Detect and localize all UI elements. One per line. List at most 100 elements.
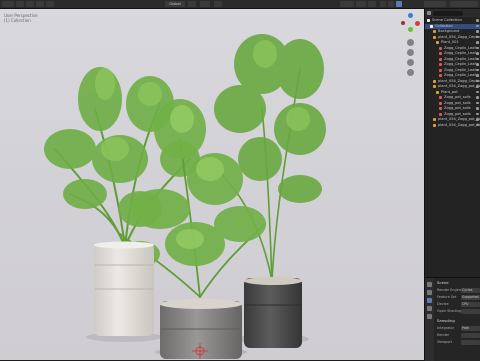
outliner-row-label: Collection [435, 23, 453, 28]
proportional-toggle[interactable] [214, 1, 222, 7]
outliner-row-label: plant_054_Zogg_pot_Ceplin [438, 122, 480, 127]
material-icon [439, 96, 442, 99]
visibility-eye-icon[interactable] [476, 68, 479, 72]
visibility-eye-icon[interactable] [476, 96, 479, 99]
shading-rendered-button[interactable] [396, 1, 402, 7]
property-label: Render Engine [437, 288, 462, 292]
property-value-dropdown[interactable] [461, 333, 480, 338]
outliner-row[interactable]: plant_054_Zogg_pot_Ceplin [425, 117, 480, 122]
outliner-row-label: plant_054_Zogg_Ceplin [438, 78, 480, 83]
property-label: Render [437, 333, 450, 337]
outliner-row[interactable]: Zogg_Ceplin_Leaf [425, 73, 480, 78]
shading-solid-button[interactable] [380, 1, 386, 7]
outliner-row[interactable]: Scene Collection [425, 18, 480, 23]
collection-icon [427, 19, 430, 22]
outliner-row[interactable]: plant_054_Zogg_Ceplin [425, 35, 480, 40]
view-layer-selector[interactable] [450, 1, 478, 7]
outliner-row[interactable]: Zogg_Ceplin_Leaf [425, 57, 480, 62]
outliner-row[interactable]: Zogg_pot_soils [425, 112, 480, 117]
outliner-row[interactable]: Plant_pot [425, 90, 480, 95]
rendered-scene [44, 34, 326, 359]
menu-object-button[interactable] [46, 1, 54, 7]
outliner-row-label: Zogg_pot_soils [444, 111, 471, 116]
outliner-row-label: Scene Collection [432, 18, 462, 22]
property-label: Integrator [437, 326, 454, 330]
visibility-eye-icon[interactable] [476, 57, 479, 61]
material-icon [439, 107, 442, 110]
snap-toggle[interactable] [200, 1, 210, 7]
property-value-dropdown[interactable]: Supported [461, 295, 480, 300]
outliner-row[interactable]: Zogg_pot_soils [425, 101, 480, 106]
sampling-section-title[interactable]: Sampling [437, 318, 455, 323]
outliner-row[interactable]: Zogg_pot_soils [425, 106, 480, 111]
visibility-eye-icon[interactable] [476, 85, 479, 88]
outliner-row[interactable]: Zogg_Ceplin_Leaf [425, 62, 480, 67]
outliner-row-label: plant_054_Zogg_pot_Ceplin [438, 117, 480, 121]
3d-viewport[interactable]: User Perspective (1) Collection [0, 9, 424, 360]
transform-orientation-dropdown[interactable]: Global [165, 1, 185, 7]
outliner-row[interactable]: Zogg_Ceplin_Leaf [425, 51, 480, 56]
material-icon [439, 57, 442, 61]
property-label: Device [437, 302, 449, 306]
property-value-dropdown[interactable] [461, 309, 480, 314]
properties-section-title[interactable]: Scene [437, 280, 449, 285]
property-row: Render [425, 332, 480, 339]
scene-selector[interactable] [424, 1, 446, 7]
outliner-row[interactable]: Zogg_Ceplin_Leaf [425, 68, 480, 73]
outliner-row-label: Zogg_pot_soils [444, 106, 471, 110]
material-icon [439, 68, 442, 72]
property-value-dropdown[interactable]: CPU [461, 302, 480, 307]
header-bar: Global [0, 0, 480, 9]
menu-view-button[interactable] [16, 1, 24, 7]
visibility-eye-icon[interactable] [476, 63, 479, 66]
outliner-row[interactable]: plant_054_Zogg_pot_Ceplin [425, 84, 480, 89]
outliner-filter-icon[interactable] [427, 11, 431, 15]
material-icon [439, 74, 442, 77]
visibility-eye-icon[interactable] [476, 118, 479, 121]
outliner-row[interactable]: plant_054_Zogg_pot_Ceplin [425, 123, 480, 128]
outliner-row[interactable]: plant_054_Zogg_Ceplin [425, 79, 480, 84]
visibility-eye-icon[interactable] [476, 46, 479, 50]
menu-add-button[interactable] [36, 1, 44, 7]
outliner-row[interactable]: Plant_001 [425, 40, 480, 45]
outliner-search-input[interactable] [433, 10, 463, 16]
pivot-dropdown[interactable] [188, 1, 196, 7]
visibility-eye-icon[interactable] [476, 41, 479, 44]
outliner-row[interactable]: Background [425, 29, 480, 34]
outliner-row[interactable]: Collection [425, 23, 480, 29]
shading-material-button[interactable] [388, 1, 394, 7]
property-row: Integrator Path Tracing [425, 325, 480, 332]
outliner-row[interactable]: Zogg_pot_soils [425, 95, 480, 100]
visibility-eye-icon[interactable] [476, 101, 479, 105]
outliner-row-label: Zogg_Ceplin_Leaf [444, 51, 476, 55]
visibility-eye-icon[interactable] [476, 30, 479, 33]
visibility-eye-icon[interactable] [476, 74, 479, 77]
visibility-eye-icon[interactable] [476, 107, 479, 110]
property-row: Open Shading Language [425, 308, 480, 315]
outliner-row-label: Zogg_Ceplin_Leaf [444, 45, 476, 50]
visibility-dropdown[interactable] [340, 1, 354, 7]
visibility-eye-icon[interactable] [476, 52, 479, 55]
visibility-eye-icon[interactable] [476, 90, 479, 94]
object-icon [436, 90, 439, 94]
object-icon [436, 41, 439, 44]
object-icon [433, 123, 436, 127]
outliner-row-label: Zogg_Ceplin_Leaf [444, 62, 476, 66]
menu-select-button[interactable] [26, 1, 34, 7]
property-value-dropdown[interactable] [461, 340, 480, 345]
visibility-eye-icon[interactable] [476, 19, 479, 22]
outliner-row-label: plant_054_Zogg_pot_Ceplin [438, 84, 480, 88]
property-label: Feature Set [437, 295, 457, 299]
xray-toggle[interactable] [368, 1, 376, 7]
property-row: Viewport [425, 339, 480, 346]
material-icon [439, 63, 442, 66]
editor-type-button[interactable] [2, 1, 14, 7]
property-label: Viewport [437, 340, 452, 344]
overlays-toggle[interactable] [356, 1, 366, 7]
outliner-row[interactable]: Zogg_Ceplin_Leaf [425, 46, 480, 51]
visibility-eye-icon[interactable] [476, 112, 479, 116]
visibility-eye-icon[interactable] [476, 24, 479, 28]
property-value-dropdown[interactable]: Path Tracing [461, 326, 480, 331]
material-icon [439, 52, 442, 55]
property-value-dropdown[interactable]: Cycles [461, 288, 480, 293]
